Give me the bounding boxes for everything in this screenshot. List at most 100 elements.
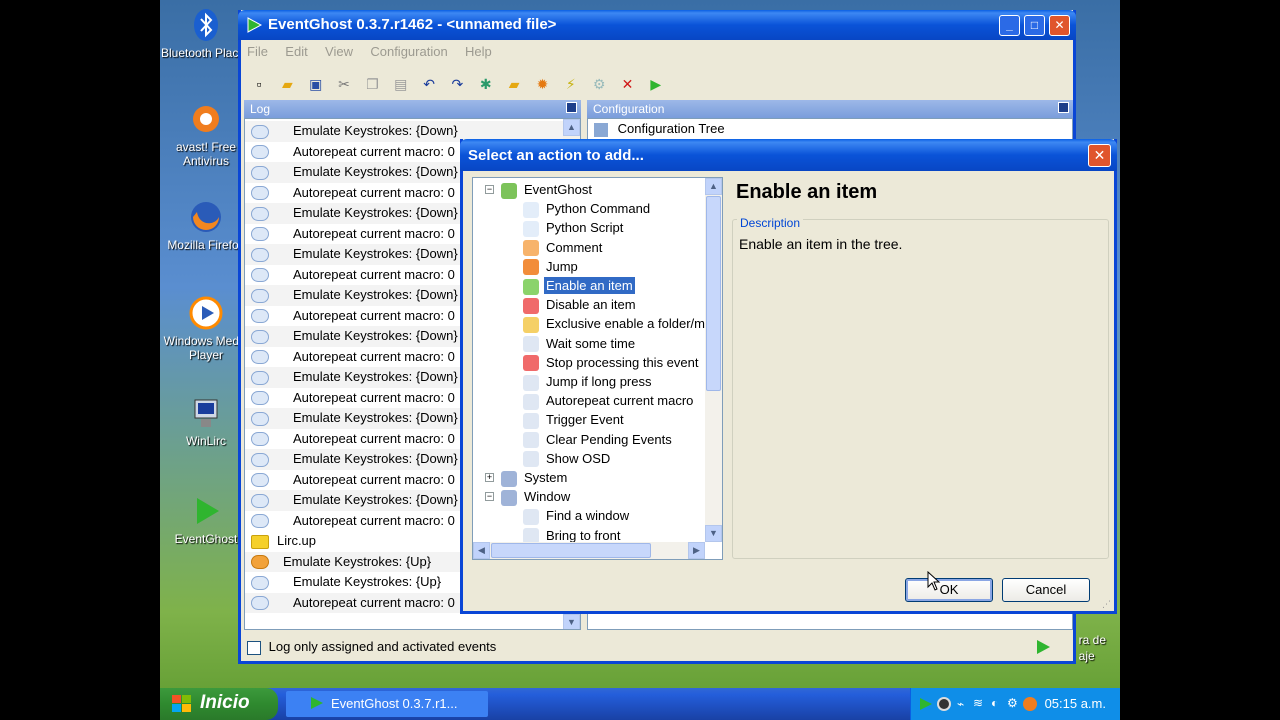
menu-configuration[interactable]: Configuration [370,44,447,59]
config-tree-root[interactable]: Configuration Tree [594,121,725,137]
action-icon [251,350,269,365]
tray-network-icon[interactable]: ⌁ [957,697,964,711]
tree-item[interactable]: Find a window [523,506,631,525]
tree-item[interactable]: Comment [523,238,604,257]
tray-avast-icon[interactable] [1023,697,1037,711]
tray-security-icon[interactable]: ⚙ [1007,696,1018,710]
tree-group-window[interactable]: Window [501,487,572,506]
close-button[interactable]: ✕ [1049,15,1070,36]
tree-item-icon [523,201,539,218]
dialog-close-button[interactable]: ✕ [1088,144,1111,167]
scroll-thumb[interactable] [491,543,651,558]
minimize-button[interactable]: _ [999,15,1020,36]
tree-item[interactable]: Jump [523,257,580,276]
eventghost-logo-icon [246,17,263,37]
log-filter-checkbox[interactable] [247,640,261,655]
action-icon [251,452,269,467]
system-tray: ⌁ ≋ ◐ ⚙ 05:15 a.m. [910,688,1120,720]
start-button[interactable]: Inicio [160,688,278,720]
delete-icon[interactable]: ✕ [617,74,637,94]
save-icon[interactable]: ▣ [306,74,326,94]
run-icon[interactable] [1035,639,1051,658]
tray-eventghost-icon[interactable] [919,697,933,714]
cancel-button[interactable]: Cancel [1002,578,1090,602]
copy-icon[interactable]: ❐ [362,74,382,94]
firefox-icon [189,200,223,234]
tree-item-icon [523,355,539,372]
tree-item[interactable]: Disable an item [523,295,638,314]
scroll-left-button[interactable]: ◀ [473,542,490,559]
add-plugin-icon[interactable]: ✱ [476,74,496,94]
tree-item-icon [523,297,539,314]
scroll-right-button[interactable]: ▶ [688,542,705,559]
tree-item[interactable]: Stop processing this event [523,353,700,372]
tree-item[interactable]: Show OSD [523,449,612,468]
tray-media-icon[interactable] [937,697,951,711]
tree-item[interactable]: Python Command [523,199,652,218]
redo-icon[interactable]: ↷ [447,74,467,94]
tree-expander-icon[interactable]: − [485,185,494,194]
action-icon [251,432,269,447]
action-tree[interactable]: − EventGhost Python Command Python Script Co… [472,177,723,560]
menu-edit[interactable]: Edit [285,44,307,59]
resize-grip-icon[interactable]: ⋰ [1102,599,1112,609]
menu-file[interactable]: File [247,44,268,59]
tree-item-icon [523,316,539,333]
taskbar-item-eventghost[interactable]: EventGhost 0.3.7.r1... [286,691,488,717]
description-group: Description Enable an item in the tree. [732,216,1109,559]
description-legend: Description [737,216,804,230]
tray-wireless-icon[interactable]: ≋ [973,696,983,710]
scroll-down-button[interactable]: ▼ [705,525,722,542]
bluetooth-icon [189,8,223,42]
toolbar: ▫ ▰ ▣ ✂ ❐ ▤ ↶ ↷ ✱ ▰ ✹ ⚡ ⚙ ✕ ▶ [241,70,1073,100]
pane-menu-icon[interactable] [1058,102,1069,113]
menu-view[interactable]: View [325,44,353,59]
cut-icon[interactable]: ✂ [334,74,354,94]
scroll-up-button[interactable]: ▲ [705,178,722,195]
eventghost-task-icon [310,696,324,713]
tree-expander-icon[interactable]: − [485,492,494,502]
menu-help[interactable]: Help [465,44,492,59]
new-file-icon[interactable]: ▫ [249,74,269,94]
tree-item-icon [501,489,517,506]
tree-item[interactable]: Enable an item [523,276,635,295]
tree-expander-icon[interactable]: + [485,473,494,482]
ok-button[interactable]: OK [905,578,993,602]
execute-icon[interactable]: ▶ [646,74,666,94]
tree-item[interactable]: Clear Pending Events [523,430,674,449]
tree-group-eventghost[interactable]: EventGhost [501,180,594,199]
tray-volume-icon[interactable]: ◐ [991,696,998,710]
action-icon [251,145,269,160]
tree-group-system[interactable]: System [501,468,569,487]
main-window-title-bar[interactable]: EventGhost 0.3.7.r1462 - <unnamed file> … [238,10,1076,40]
tree-item[interactable]: Exclusive enable a folder/m [523,314,707,333]
add-folder-icon[interactable]: ▰ [504,74,524,94]
pane-menu-icon[interactable] [566,102,577,113]
tree-vertical-scrollbar[interactable]: ▲ ▼ [705,178,722,542]
add-action-icon[interactable]: ⚙ [589,74,609,94]
action-icon [251,268,269,283]
tree-item-icon [501,182,517,199]
dialog-title-bar[interactable]: Select an action to add... ✕ [460,139,1117,171]
tree-item[interactable]: Autorepeat current macro [523,391,695,410]
add-event-icon[interactable]: ⚡ [561,74,581,94]
log-filter-label: Log only assigned and activated events [268,639,497,654]
undo-icon[interactable]: ↶ [419,74,439,94]
main-window-title: EventGhost 0.3.7.r1462 - <unnamed file> [268,16,557,33]
scroll-up-button[interactable]: ▲ [563,119,580,136]
tree-item[interactable]: Wait some time [523,334,637,353]
select-action-dialog: Select an action to add... ✕ − EventGhost… [460,139,1117,614]
open-file-icon[interactable]: ▰ [277,74,297,94]
tree-item[interactable]: Jump if long press [523,372,654,391]
add-macro-icon[interactable]: ✹ [532,74,552,94]
tree-item[interactable]: Python Script [523,218,625,237]
tree-item[interactable]: Trigger Event [523,410,626,429]
paste-icon[interactable]: ▤ [391,74,411,94]
tree-item-icon [523,259,539,276]
scroll-down-button[interactable]: ▼ [563,614,580,629]
maximize-button[interactable]: □ [1024,15,1045,36]
event-icon [251,534,269,549]
tree-horizontal-scrollbar[interactable]: ◀ ▶ [473,542,705,559]
scroll-thumb[interactable] [706,196,721,391]
tree-item-icon [523,220,539,237]
